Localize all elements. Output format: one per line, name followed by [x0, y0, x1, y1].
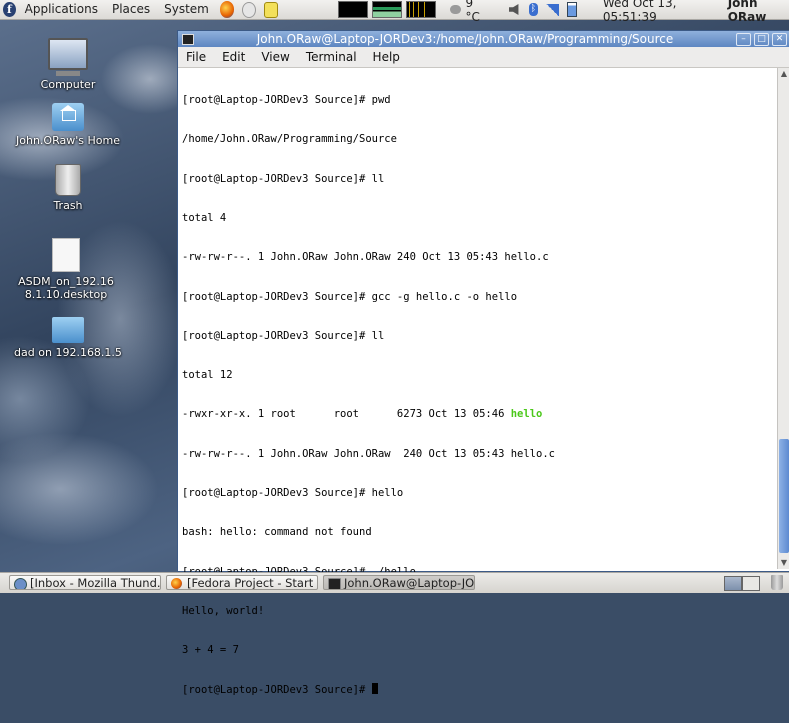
close-icon[interactable]: ✕ — [772, 32, 787, 46]
desktop-icon-label: Trash — [53, 199, 83, 212]
prompt-text: [root@Laptop-JORDev3 Source]# — [182, 684, 372, 697]
top-panel: f Applications Places System 9 °C ᛒ Wed … — [0, 0, 789, 24]
terminal-prompt-line[interactable]: [root@Laptop-JORDev3 Source]# — [182, 683, 773, 696]
terminal-line: -rwxr-xr-x. 1 root root 6273 Oct 13 05:4… — [182, 408, 773, 421]
home-folder-icon — [52, 103, 84, 131]
terminal-line: [root@Laptop-JORDev3 Source]# ll — [182, 172, 385, 185]
fedora-logo-icon[interactable]: f — [3, 2, 16, 17]
window-menubar: File Edit View Terminal Help — [178, 47, 789, 68]
network-signal-icon[interactable] — [545, 3, 559, 16]
desktop-icon-label: John.ORaw's Home — [16, 134, 120, 147]
task-label: John.ORaw@Laptop-JO... — [344, 576, 475, 590]
system-monitor[interactable] — [337, 1, 436, 18]
menu-places[interactable]: Places — [105, 0, 157, 19]
menu-applications[interactable]: Applications — [18, 0, 105, 19]
menu-edit[interactable]: Edit — [214, 50, 253, 64]
menu-view[interactable]: View — [253, 50, 297, 64]
desktop-icon-label: dad on 192.168.1.5 — [14, 346, 122, 359]
window-titlebar[interactable]: John.ORaw@Laptop-JORDev3:/home/John.ORaw… — [178, 31, 789, 47]
desktop-icon-home[interactable]: John.ORaw's Home — [13, 103, 123, 147]
thunderbird-icon — [14, 578, 27, 589]
terminal-line: [root@Laptop-JORDev3 Source]# ll — [182, 329, 385, 342]
terminal-line: Hello, world! — [182, 604, 265, 617]
task-label: [Fedora Project - Start ... — [187, 576, 318, 590]
desktop-icon-computer[interactable]: Computer — [13, 38, 123, 91]
firefox-launcher-icon[interactable] — [219, 1, 235, 18]
temperature-text: 9 °C — [465, 0, 480, 24]
weather-applet[interactable]: 9 °C — [449, 0, 487, 24]
workspace-2[interactable] — [742, 576, 760, 591]
scrollbar-thumb[interactable] — [779, 439, 789, 553]
maximize-icon[interactable]: □ — [754, 32, 769, 46]
taskbar-item-firefox[interactable]: [Fedora Project - Start ... — [166, 575, 318, 590]
taskbar-item-thunderbird[interactable]: [Inbox - Mozilla Thund... — [9, 575, 161, 590]
menu-system[interactable]: System — [157, 0, 216, 19]
notes-launcher-icon[interactable] — [264, 1, 278, 18]
terminal-line: 3 + 4 = 7 — [182, 644, 239, 657]
desktop-icon-asdm[interactable]: ASDM_on_192.168.1.10.desktop — [13, 238, 119, 301]
terminal-line: total 4 — [182, 212, 227, 225]
scroll-down-arrow-icon[interactable]: ▼ — [778, 557, 789, 569]
terminal-line: [root@Laptop-JORDev3 Source]# hello — [182, 487, 404, 499]
desktop-icon-label: ASDM_on_192.168.1.10.desktop — [18, 275, 114, 301]
computer-icon — [48, 38, 88, 76]
battery-icon[interactable] — [566, 2, 577, 17]
menu-help[interactable]: Help — [365, 50, 408, 64]
user-menu[interactable]: John ORaw — [728, 0, 789, 24]
menu-file[interactable]: File — [178, 50, 214, 64]
terminal-line: [root@Laptop-JORDev3 Source]# gcc -g hel… — [182, 290, 518, 303]
network-monitor-graph — [371, 1, 402, 18]
cpu-monitor-graph — [405, 1, 436, 18]
task-label: [Inbox - Mozilla Thund... — [30, 576, 161, 590]
listing-text: -rwxr-xr-x. 1 root root 6273 Oct 13 05:4… — [182, 408, 511, 421]
trash-icon — [55, 164, 81, 196]
scroll-up-arrow-icon[interactable]: ▲ — [778, 68, 789, 80]
memory-monitor-graph — [337, 1, 368, 18]
cloud-icon — [449, 5, 462, 14]
minimize-icon[interactable]: – — [736, 32, 751, 46]
terminal-output[interactable]: [root@Laptop-JORDev3 Source]# pwd /home/… — [178, 68, 773, 696]
bluetooth-icon[interactable]: ᛒ — [528, 3, 538, 16]
terminal-window: John.ORaw@Laptop-JORDev3:/home/John.ORaw… — [177, 30, 789, 696]
volume-icon[interactable] — [508, 4, 519, 15]
desktop-icon-label: Computer — [40, 78, 96, 91]
mail-launcher-icon[interactable] — [242, 1, 257, 18]
trash-applet-icon[interactable] — [771, 575, 783, 590]
bottom-panel: [Inbox - Mozilla Thund... [Fedora Projec… — [0, 572, 789, 593]
executable-filename: hello — [510, 408, 543, 421]
text-cursor — [371, 683, 378, 695]
terminal-line: [root@Laptop-JORDev3 Source]# pwd — [182, 94, 391, 107]
window-title: John.ORaw@Laptop-JORDev3:/home/John.ORaw… — [256, 32, 674, 46]
terminal-scrollbar[interactable]: ▲ ▼ — [777, 68, 789, 569]
terminal-app-icon[interactable] — [182, 33, 194, 45]
terminal-line: bash: hello: command not found — [182, 526, 372, 539]
terminal-line: -rw-rw-r--. 1 John.ORaw John.ORaw 240 Oc… — [182, 251, 549, 264]
desktop-icon-dad-share[interactable]: dad on 192.168.1.5 — [13, 317, 123, 359]
terminal-line: -rw-rw-r--. 1 John.ORaw John.ORaw 240 Oc… — [182, 447, 555, 460]
file-icon — [52, 238, 80, 272]
workspace-1[interactable] — [724, 576, 742, 591]
firefox-icon — [171, 578, 182, 589]
terminal-icon — [328, 578, 341, 589]
terminal-line: /home/John.ORaw/Programming/Source — [182, 133, 397, 146]
taskbar-item-terminal[interactable]: John.ORaw@Laptop-JO... — [323, 575, 475, 590]
desktop-icon-trash[interactable]: Trash — [13, 164, 123, 212]
system-tray: ᛒ — [508, 2, 577, 17]
clock[interactable]: Wed Oct 13, 05:51:39 — [603, 0, 714, 24]
menu-terminal[interactable]: Terminal — [298, 50, 365, 64]
network-folder-icon — [52, 317, 84, 343]
terminal-line: total 12 — [182, 369, 233, 382]
